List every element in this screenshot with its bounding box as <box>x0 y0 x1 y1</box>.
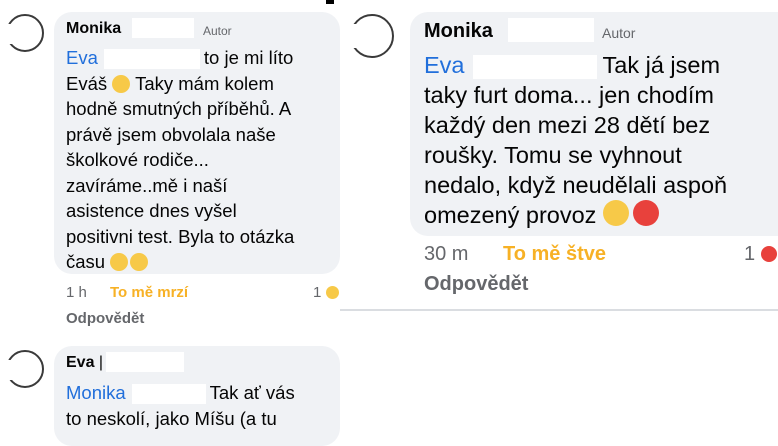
comment-time[interactable]: 1 h <box>66 284 87 301</box>
redaction <box>132 18 194 38</box>
sad-face-emoji <box>110 253 129 271</box>
author-badge: Autor <box>203 24 232 38</box>
comment-author[interactable]: Monika <box>66 20 121 38</box>
avatar[interactable] <box>350 14 394 58</box>
comment-text: Eva Tak já jsem taky furt doma... jen cho… <box>424 52 728 228</box>
pensive-face-emoji <box>602 200 629 226</box>
reply-link[interactable]: Odpovědět <box>66 310 144 327</box>
reaction-label[interactable]: To mě štve <box>503 243 606 266</box>
reaction-count[interactable]: 1 <box>313 284 339 301</box>
comment-text: Monika Tak ať vás to neskolí, jako Míšu (… <box>66 382 295 429</box>
redaction <box>508 18 594 42</box>
redaction <box>131 384 206 405</box>
reaction-label[interactable]: To mě mrzí <box>110 284 188 301</box>
comment-text: Eva to je mi líto Eváš Taky mám kolem hod… <box>66 47 295 272</box>
mention-link[interactable]: Monika <box>66 382 126 403</box>
sad-face-emoji <box>112 74 131 93</box>
redaction <box>106 352 184 372</box>
sad-face-emoji <box>130 253 149 271</box>
avatar[interactable] <box>6 350 44 388</box>
redaction <box>472 54 597 79</box>
mention-link[interactable]: Eva <box>66 47 98 68</box>
redaction <box>103 49 200 70</box>
comment-time[interactable]: 30 m <box>424 243 468 266</box>
author-badge: Autor <box>602 25 636 41</box>
avatar[interactable] <box>6 14 44 52</box>
mention-link[interactable]: Eva <box>424 52 465 78</box>
comment-author[interactable]: Eva | <box>66 354 103 372</box>
sad-face-icon <box>325 286 339 299</box>
divider <box>340 309 778 311</box>
comment-author[interactable]: Monika <box>424 20 493 43</box>
reply-link[interactable]: Odpovědět <box>424 273 528 296</box>
angry-face-icon <box>760 246 777 262</box>
crop-mark <box>326 0 334 4</box>
reaction-count[interactable]: 1 <box>744 243 777 266</box>
angry-face-emoji <box>632 200 659 226</box>
